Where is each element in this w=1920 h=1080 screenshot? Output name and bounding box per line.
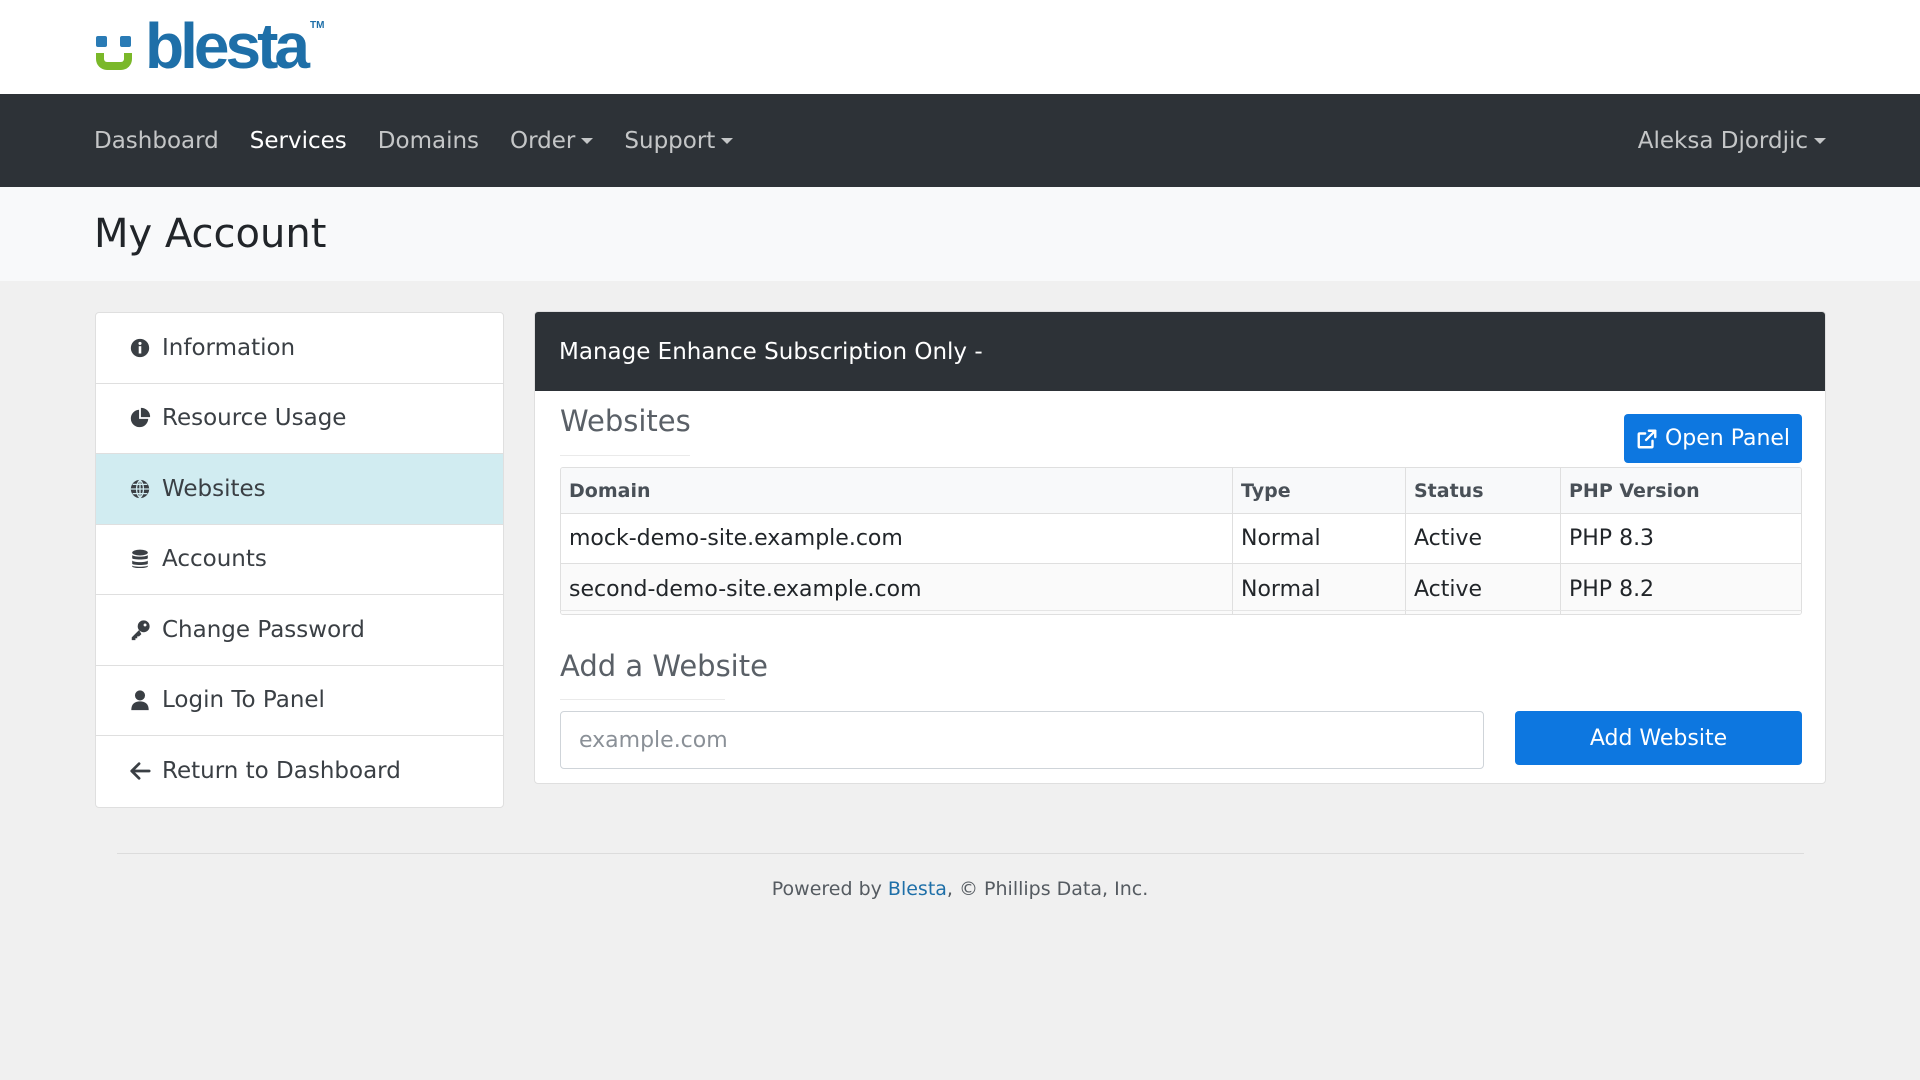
nav-order[interactable]: Order (510, 127, 594, 154)
add-website-title: Add a Website (560, 649, 768, 683)
globe-icon (128, 477, 152, 501)
user-menu[interactable]: Aleksa Djordjic (1638, 94, 1826, 187)
footer-prefix: Powered by (771, 878, 888, 900)
footer-suffix: , © Phillips Data, Inc. (946, 878, 1149, 900)
sidebar-item-login-to-panel[interactable]: Login To Panel (96, 666, 503, 736)
open-panel-button[interactable]: Open Panel (1624, 414, 1802, 463)
pie-chart-icon (128, 406, 152, 430)
key-icon (128, 618, 152, 642)
account-sidebar: Information Resource Usage Websites Acco… (95, 312, 504, 808)
main-navbar: Dashboard Services Domains Order Support… (0, 94, 1920, 187)
nav-order-label: Order (510, 127, 576, 154)
nav-domains[interactable]: Domains (378, 128, 479, 154)
table-row: mock-demo-site.example.com Normal Active… (561, 514, 1801, 564)
nav-support-label: Support (624, 127, 716, 154)
section-underline (560, 455, 690, 456)
cell-type: Normal (1233, 564, 1406, 614)
blesta-logo[interactable]: blesta TM (94, 10, 325, 82)
sidebar-item-label: Return to Dashboard (162, 758, 401, 785)
websites-section-title: Websites (560, 404, 691, 438)
sidebar-item-change-password[interactable]: Change Password (96, 595, 503, 666)
sidebar-item-return-to-dashboard[interactable]: Return to Dashboard (96, 736, 503, 807)
column-header-php-version: PHP Version (1569, 479, 1700, 502)
footer-divider (117, 853, 1804, 854)
sidebar-item-label: Information (162, 334, 296, 361)
column-header-domain: Domain (561, 468, 1233, 513)
logo-trademark: TM (309, 20, 325, 31)
sidebar-item-information[interactable]: Information (96, 313, 503, 384)
cell-domain: second-demo-site.example.com (561, 564, 1233, 614)
top-header: blesta TM (0, 0, 1920, 94)
external-link-icon (1637, 429, 1657, 448)
manage-panel: Manage Enhance Subscription Only - Websi… (534, 311, 1826, 784)
cell-status: Active (1406, 514, 1561, 563)
database-icon (128, 547, 152, 571)
footer: Powered by Blesta, © Phillips Data, Inc. (0, 878, 1920, 900)
sidebar-item-label: Accounts (162, 546, 267, 573)
open-panel-label: Open Panel (1664, 426, 1791, 451)
page-title: My Account (94, 211, 327, 257)
column-header-status: Status (1406, 468, 1561, 513)
sidebar-item-websites[interactable]: Websites (96, 454, 503, 525)
caret-down-icon (721, 138, 734, 144)
logo-text: blesta (145, 10, 310, 82)
sidebar-item-label: Resource Usage (162, 405, 347, 432)
info-circle-icon (128, 336, 152, 360)
add-website-button[interactable]: Add Website (1515, 711, 1802, 765)
caret-down-icon (581, 138, 594, 144)
websites-table: Domain Type Status PHP Version mock-demo… (560, 467, 1802, 615)
logo-smiley-icon (94, 20, 142, 74)
section-underline (560, 699, 725, 700)
column-header-type: Type (1233, 468, 1406, 513)
panel-header: Manage Enhance Subscription Only - (535, 312, 1825, 391)
section-divider (560, 610, 1802, 611)
cell-domain: mock-demo-site.example.com (561, 514, 1233, 563)
caret-down-icon (1814, 137, 1826, 144)
sidebar-item-resource-usage[interactable]: Resource Usage (96, 384, 503, 454)
user-name: Aleksa Djordjic (1637, 127, 1808, 154)
sidebar-item-label: Login To Panel (162, 687, 325, 714)
cell-type: Normal (1233, 514, 1406, 563)
cell-status: Active (1406, 564, 1561, 614)
sidebar-item-accounts[interactable]: Accounts (96, 525, 503, 595)
nav-dashboard[interactable]: Dashboard (94, 128, 219, 154)
page-title-bar: My Account (0, 187, 1920, 281)
website-domain-input[interactable] (560, 711, 1484, 769)
nav-items: Dashboard Services Domains Order Support (94, 94, 764, 187)
sidebar-item-label: Change Password (162, 616, 365, 643)
user-icon (128, 688, 152, 712)
footer-blesta-link[interactable]: Blesta (888, 878, 947, 900)
cell-php-version: PHP 8.3 (1569, 526, 1655, 551)
arrow-left-icon (128, 759, 152, 783)
nav-services[interactable]: Services (250, 128, 347, 154)
table-row: second-demo-site.example.com Normal Acti… (561, 564, 1801, 614)
cell-php-version: PHP 8.2 (1569, 576, 1655, 602)
table-header-row: Domain Type Status PHP Version (561, 468, 1801, 514)
nav-support[interactable]: Support (624, 127, 734, 154)
sidebar-item-label: Websites (162, 475, 266, 502)
